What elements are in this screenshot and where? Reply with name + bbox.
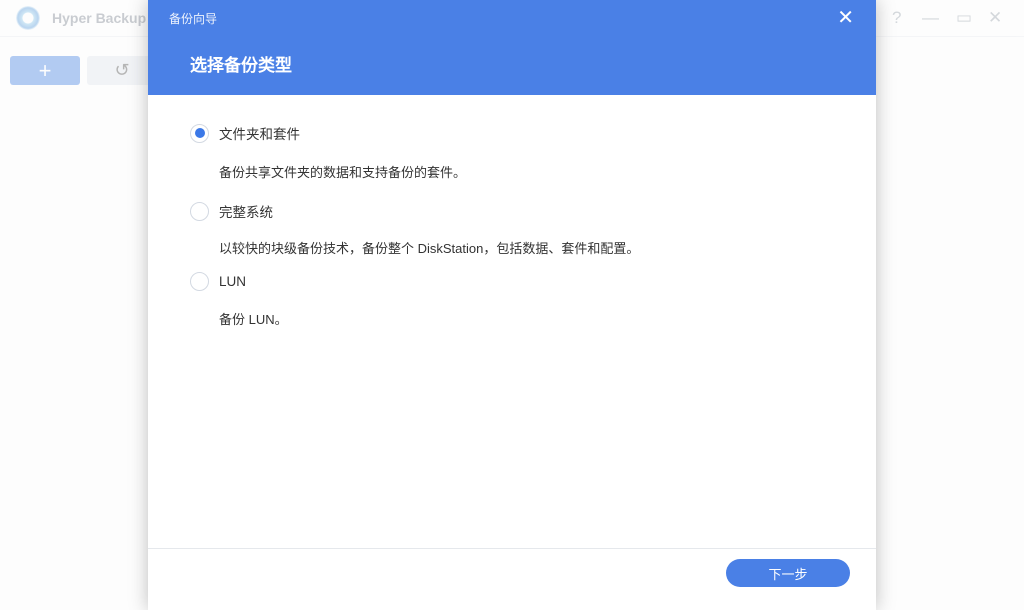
radio-button[interactable] xyxy=(190,123,209,143)
option-description: 以较快的块级备份技术，备份整个 DiskStation，包括数据、套件和配置。 xyxy=(219,241,640,256)
option-description: 备份共享文件夹的数据和支持备份的套件。 xyxy=(219,165,467,180)
option-full-system[interactable]: 完整系统 xyxy=(190,201,273,221)
backup-wizard-dialog: 备份向导 选择备份类型 ✕ 文件夹和套件 备份共享文件夹的数据和支持备份的套件。… xyxy=(148,0,876,610)
option-label: 文件夹和套件 xyxy=(219,127,300,142)
maximize-icon[interactable]: ▭ xyxy=(956,8,972,28)
radio-button[interactable] xyxy=(190,201,209,221)
next-button[interactable]: 下一步 xyxy=(726,559,850,587)
minimize-icon[interactable]: — xyxy=(922,8,939,28)
option-lun[interactable]: LUN xyxy=(190,272,246,291)
dialog-footer-divider xyxy=(148,548,876,549)
dialog-heading: 选择备份类型 xyxy=(190,56,292,75)
option-label: LUN xyxy=(219,274,247,289)
history-icon[interactable]: ↺ xyxy=(87,56,157,85)
option-description: 备份 LUN。 xyxy=(219,312,288,327)
close-icon[interactable]: ✕ xyxy=(837,5,854,30)
add-button[interactable]: + xyxy=(10,56,80,85)
dialog-title: 备份向导 xyxy=(169,12,218,26)
option-label: 完整系统 xyxy=(219,205,273,220)
radio-button[interactable] xyxy=(190,272,209,291)
dialog-header: 备份向导 选择备份类型 ✕ xyxy=(148,0,876,95)
option-folders-packages[interactable]: 文件夹和套件 xyxy=(190,123,300,143)
help-icon[interactable]: ? xyxy=(892,8,901,28)
app-logo-icon xyxy=(16,6,40,30)
close-window-icon[interactable]: ✕ xyxy=(988,8,1002,28)
app-title: Hyper Backup xyxy=(52,10,147,26)
